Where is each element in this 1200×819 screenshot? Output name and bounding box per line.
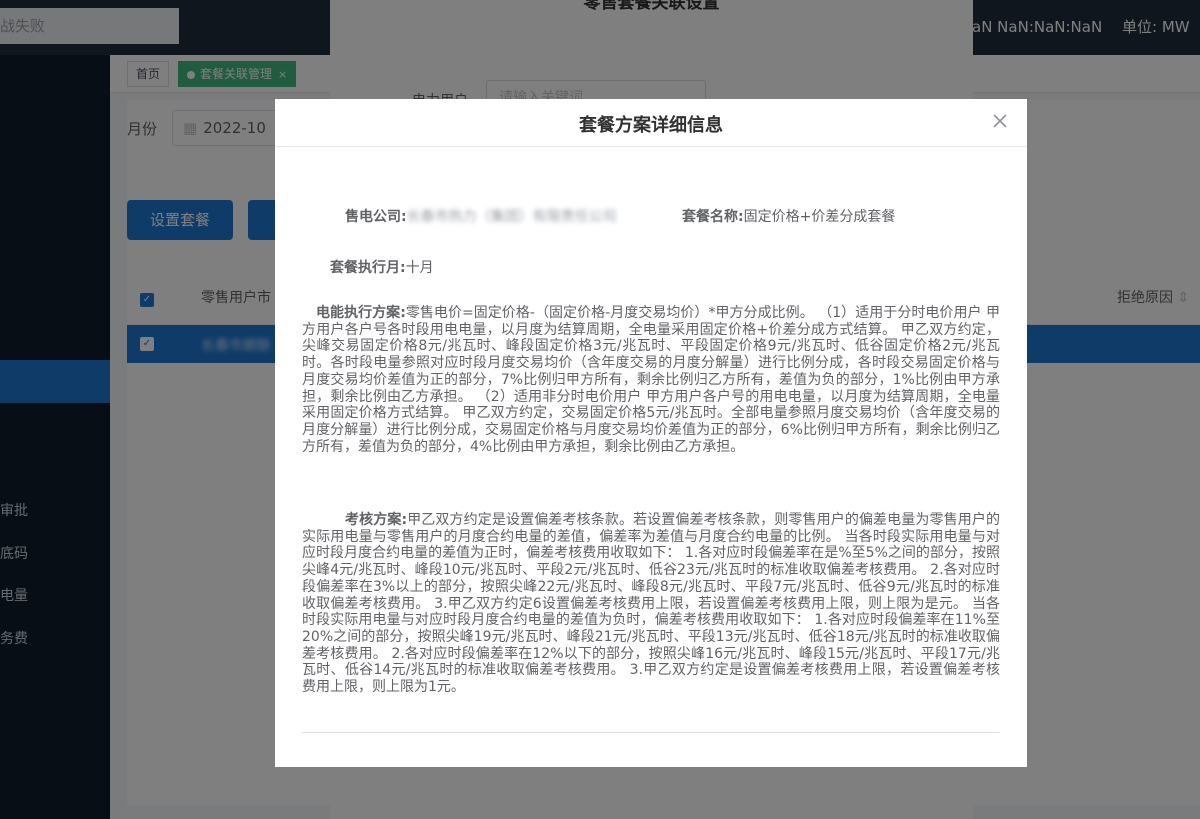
package-name-value: 固定价格+价差分成套餐 <box>743 209 896 225</box>
exec-month-value: 十月 <box>405 260 434 276</box>
company-field: 售电公司:长春市热力（集团）有限责任公司 <box>345 206 617 226</box>
assessment-plan-text: 考核方案:甲乙双方约定是设置偏差考核条款。若设置偏差考核条款，则零售用户的偏差电… <box>302 512 1000 696</box>
close-icon[interactable] <box>989 110 1011 132</box>
energy-plan-body: 零售电价=固定价格-（固定价格-月度交易均价）*甲方分成比例。 （1）适用于分时… <box>302 305 1000 455</box>
energy-plan-label: 电能执行方案: <box>316 305 406 321</box>
package-name-label: 套餐名称: <box>682 209 744 225</box>
company-value: 长春市热力（集团）有限责任公司 <box>406 209 617 225</box>
dialog-header: 套餐方案详细信息 <box>275 99 1027 147</box>
exec-month-label: 套餐执行月: <box>330 260 406 276</box>
energy-plan-text: 电能执行方案:零售电价=固定价格-（固定价格-月度交易均价）*甲方分成比例。 （… <box>302 305 1000 455</box>
dialog-divider <box>302 732 1000 733</box>
assessment-plan-label: 考核方案: <box>345 512 408 528</box>
dialog-title: 套餐方案详细信息 <box>579 115 723 136</box>
assessment-plan-body: 甲乙双方约定是设置偏差考核条款。若设置偏差考核条款，则零售用户的偏差电量为零售用… <box>302 512 1000 696</box>
exec-month-field: 套餐执行月:十月 <box>330 257 434 277</box>
package-detail-dialog: 套餐方案详细信息 售电公司:长春市热力（集团）有限责任公司 套餐名称:固定价格+… <box>275 99 1027 767</box>
package-name-field: 套餐名称:固定价格+价差分成套餐 <box>682 206 895 226</box>
company-label: 售电公司: <box>345 209 407 225</box>
